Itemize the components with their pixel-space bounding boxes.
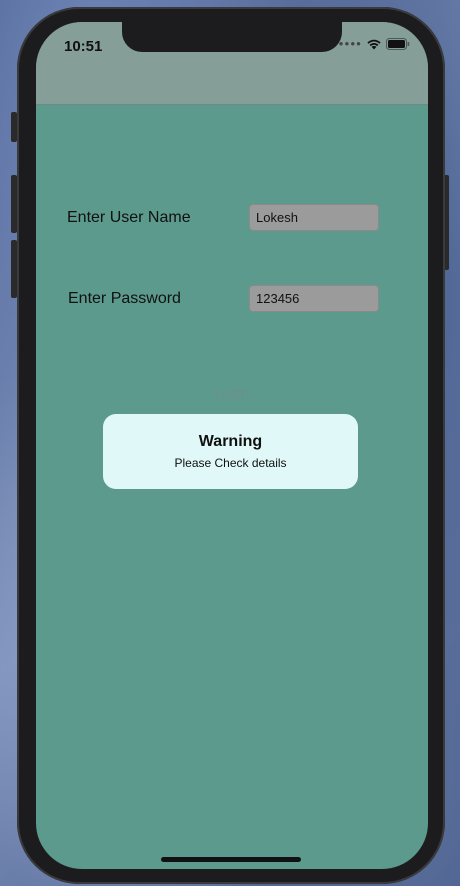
status-icons: ●●●● xyxy=(339,38,410,50)
device-notch xyxy=(122,22,342,52)
cellular-signal-icon: ●●●● xyxy=(338,39,362,48)
alert-title: Warning xyxy=(198,433,263,450)
password-input[interactable] xyxy=(249,285,379,312)
wifi-icon xyxy=(367,39,381,50)
alert-message: Please Check details xyxy=(174,456,287,470)
warning-alert: Warning Please Check details xyxy=(103,414,358,489)
phone-frame: 10:51 ●●●● Enter User Name Enter Passwor… xyxy=(17,7,445,884)
password-label: Enter Password xyxy=(68,290,181,307)
username-input[interactable] xyxy=(249,204,379,231)
status-time: 10:51 xyxy=(64,38,103,55)
login-button[interactable]: LogIn xyxy=(36,385,428,401)
username-label: Enter User Name xyxy=(67,209,191,226)
app-screen: 10:51 ●●●● Enter User Name Enter Passwor… xyxy=(36,22,428,869)
battery-icon xyxy=(386,38,410,50)
home-indicator[interactable] xyxy=(161,857,301,862)
